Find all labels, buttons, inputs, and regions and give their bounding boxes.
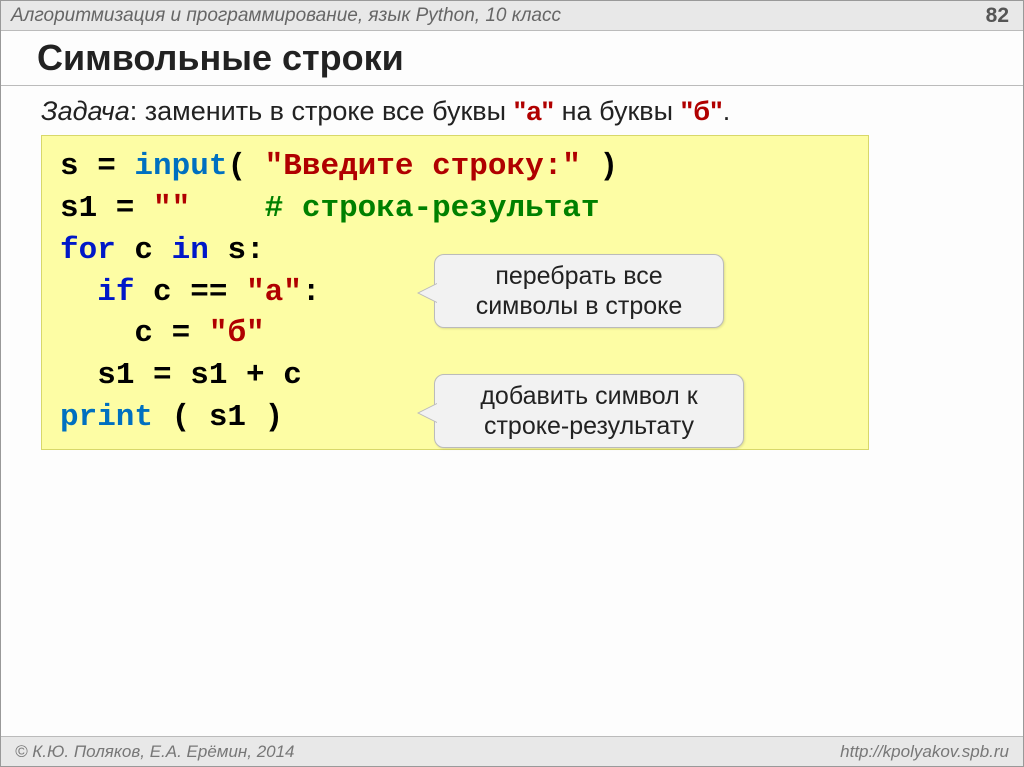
task-letter-a: "а" xyxy=(514,96,555,126)
footer-copyright: © К.Ю. Поляков, Е.А. Ерёмин, 2014 xyxy=(15,742,295,762)
code-text: ( s1 ) xyxy=(153,400,283,435)
task-tail: . xyxy=(723,96,731,126)
callout-loop: перебрать все символы в строке xyxy=(434,254,724,328)
code-text xyxy=(190,191,264,226)
code-text: c == xyxy=(134,275,246,310)
code-text: ( xyxy=(227,149,264,184)
task-label: Задача xyxy=(41,96,130,126)
code-line-1: s = input( "Введите строку:" ) xyxy=(60,146,850,188)
code-string: "б" xyxy=(209,316,265,351)
code-text: s: xyxy=(209,233,265,268)
code-block: s = input( "Введите строку:" ) s1 = "" #… xyxy=(41,135,869,450)
callout-line: добавить символ к xyxy=(480,382,697,410)
code-text: : xyxy=(302,275,321,310)
code-fn-input: input xyxy=(134,149,227,184)
code-text: ) xyxy=(581,149,618,184)
code-fn-print: print xyxy=(60,400,153,435)
code-keyword-for: for xyxy=(60,233,116,268)
code-indent xyxy=(60,358,97,393)
callout-line: символы в строке xyxy=(476,292,683,320)
page-number: 82 xyxy=(986,4,1009,28)
code-text: c xyxy=(116,233,172,268)
callout-line: строке-результату xyxy=(484,412,694,440)
task-sep: : xyxy=(130,96,145,126)
task-statement: Задача: заменить в строке все буквы "а" … xyxy=(41,96,995,127)
content-area: Задача: заменить в строке все буквы "а" … xyxy=(1,86,1023,736)
code-text: s1 = s1 + c xyxy=(97,358,302,393)
code-string: "а" xyxy=(246,275,302,310)
code-line-2: s1 = "" # строка-результат xyxy=(60,188,850,230)
callout-append: добавить символ к строке-результату xyxy=(434,374,744,448)
code-text: s = xyxy=(60,149,134,184)
code-string: "Введите строку:" xyxy=(265,149,581,184)
slide: Алгоритмизация и программирование, язык … xyxy=(0,0,1024,767)
code-comment: # строка-результат xyxy=(265,191,600,226)
code-text: s1 = xyxy=(60,191,153,226)
slide-title: Символьные строки xyxy=(37,37,1003,79)
task-text-1: заменить в строке все буквы xyxy=(145,96,514,126)
callout-line: перебрать все xyxy=(495,262,662,290)
code-string: "" xyxy=(153,191,190,226)
code-keyword-if: if xyxy=(97,275,134,310)
code-keyword-in: in xyxy=(172,233,209,268)
footer-url: http://kpolyakov.spb.ru xyxy=(840,742,1009,762)
task-text-mid: на буквы xyxy=(554,96,680,126)
code-indent xyxy=(60,316,134,351)
footer: © К.Ю. Поляков, Е.А. Ерёмин, 2014 http:/… xyxy=(1,736,1023,766)
code-indent xyxy=(60,275,97,310)
topbar: Алгоритмизация и программирование, язык … xyxy=(1,1,1023,31)
title-bar: Символьные строки xyxy=(1,31,1023,86)
task-letter-b: "б" xyxy=(681,96,723,126)
course-label: Алгоритмизация и программирование, язык … xyxy=(11,5,561,27)
code-text: c = xyxy=(134,316,208,351)
